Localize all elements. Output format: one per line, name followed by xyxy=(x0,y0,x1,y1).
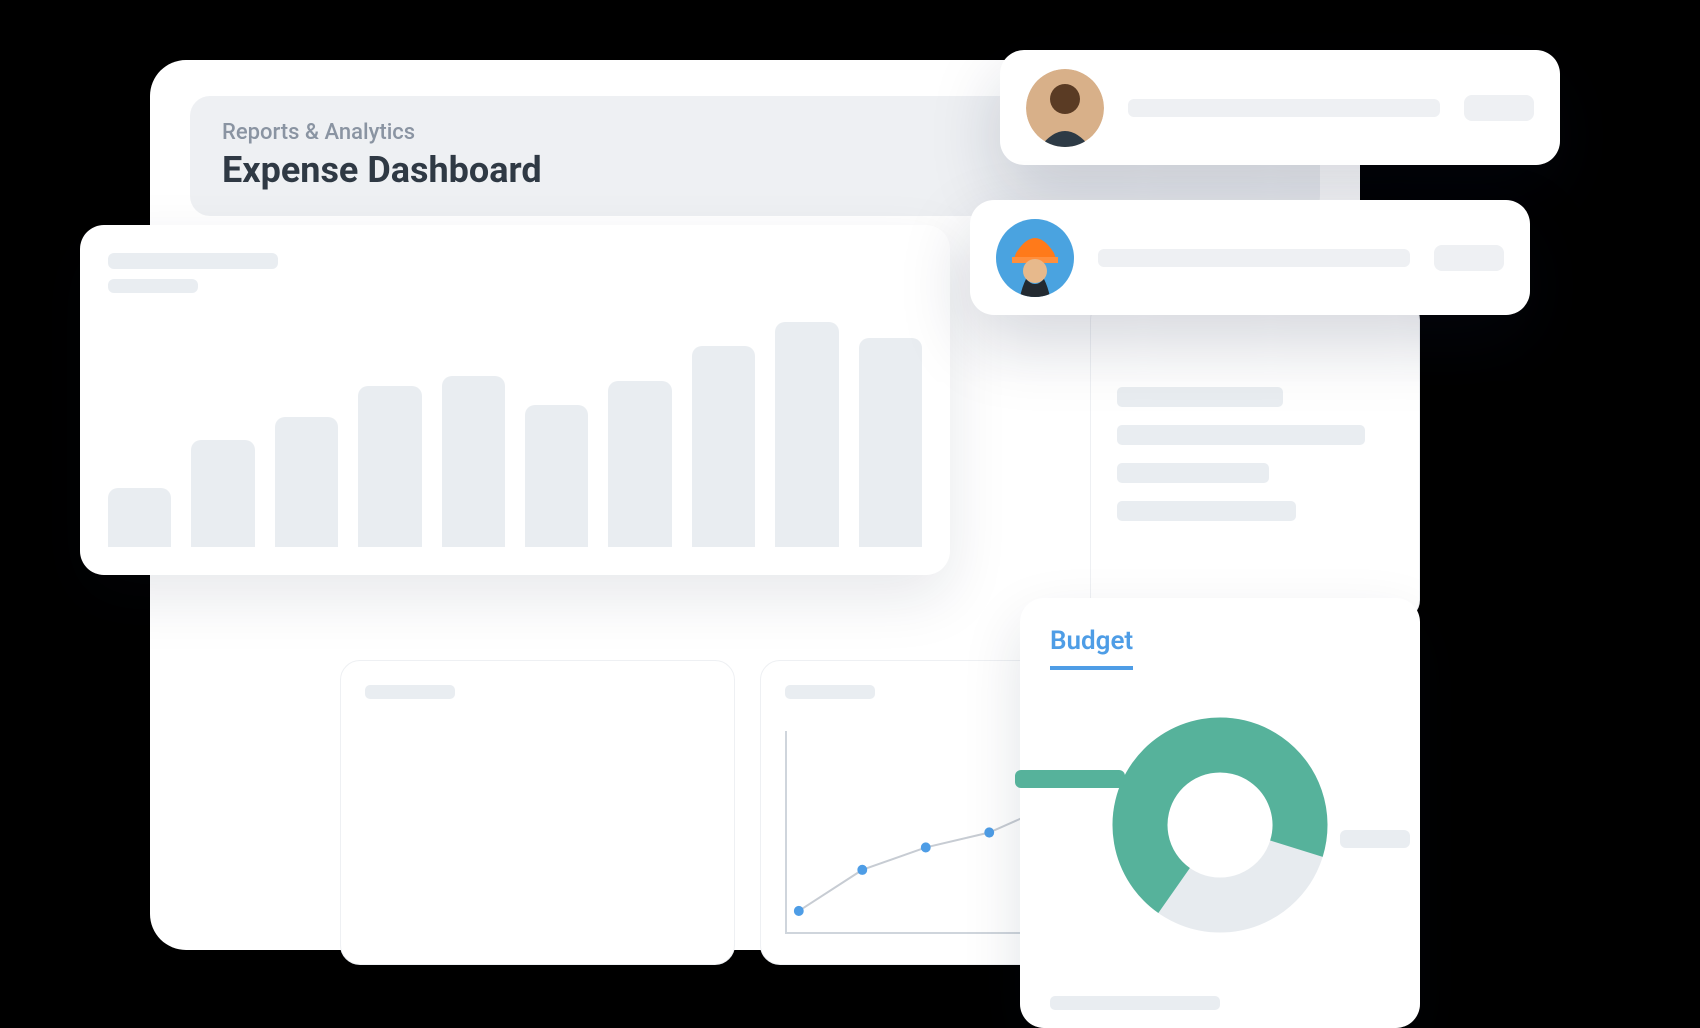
stacked-bar-chart xyxy=(365,741,710,938)
card-title-placeholder xyxy=(365,685,455,699)
card-subtitle-placeholder xyxy=(108,279,198,293)
donut-label-teal xyxy=(1015,770,1125,788)
info-line xyxy=(1117,425,1365,445)
donut-icon xyxy=(1105,710,1335,940)
user-name-placeholder xyxy=(1098,249,1410,267)
card-title-placeholder xyxy=(108,253,278,269)
bar xyxy=(275,417,338,547)
bar xyxy=(442,376,505,547)
bar xyxy=(108,488,171,547)
bar xyxy=(859,338,922,547)
avatar[interactable] xyxy=(996,219,1074,297)
user-action-placeholder[interactable] xyxy=(1464,95,1534,121)
bar xyxy=(358,386,421,547)
donut-chart xyxy=(1105,710,1335,940)
bar xyxy=(775,322,838,547)
bar xyxy=(608,381,671,547)
budget-footer-placeholder xyxy=(1050,996,1220,1010)
info-line xyxy=(1117,463,1269,483)
user-name-placeholder xyxy=(1128,99,1440,117)
avatar[interactable] xyxy=(1026,69,1104,147)
tab-budget[interactable]: Budget xyxy=(1050,626,1133,670)
card-title-placeholder xyxy=(785,685,875,699)
data-point xyxy=(794,906,804,916)
user-action-placeholder[interactable] xyxy=(1434,245,1504,271)
data-point xyxy=(921,842,931,852)
data-point xyxy=(857,865,867,875)
stacked-bar-card[interactable] xyxy=(340,660,735,965)
user-card[interactable] xyxy=(970,200,1530,315)
donut-label-gray xyxy=(1340,830,1410,848)
user-card[interactable] xyxy=(1000,50,1560,165)
avatar-worker-icon xyxy=(996,219,1074,297)
info-line xyxy=(1117,501,1296,521)
data-point xyxy=(984,827,994,837)
info-panel xyxy=(1090,300,1420,620)
y-axis xyxy=(785,731,787,934)
avatar-person-icon xyxy=(1026,69,1104,147)
overview-bar-chart xyxy=(108,310,922,547)
bar xyxy=(525,405,588,547)
overview-bar-card[interactable] xyxy=(80,225,950,575)
bar xyxy=(191,440,254,547)
info-line xyxy=(1117,387,1283,407)
bar xyxy=(692,346,755,547)
budget-card[interactable]: Budget xyxy=(1020,598,1420,1028)
